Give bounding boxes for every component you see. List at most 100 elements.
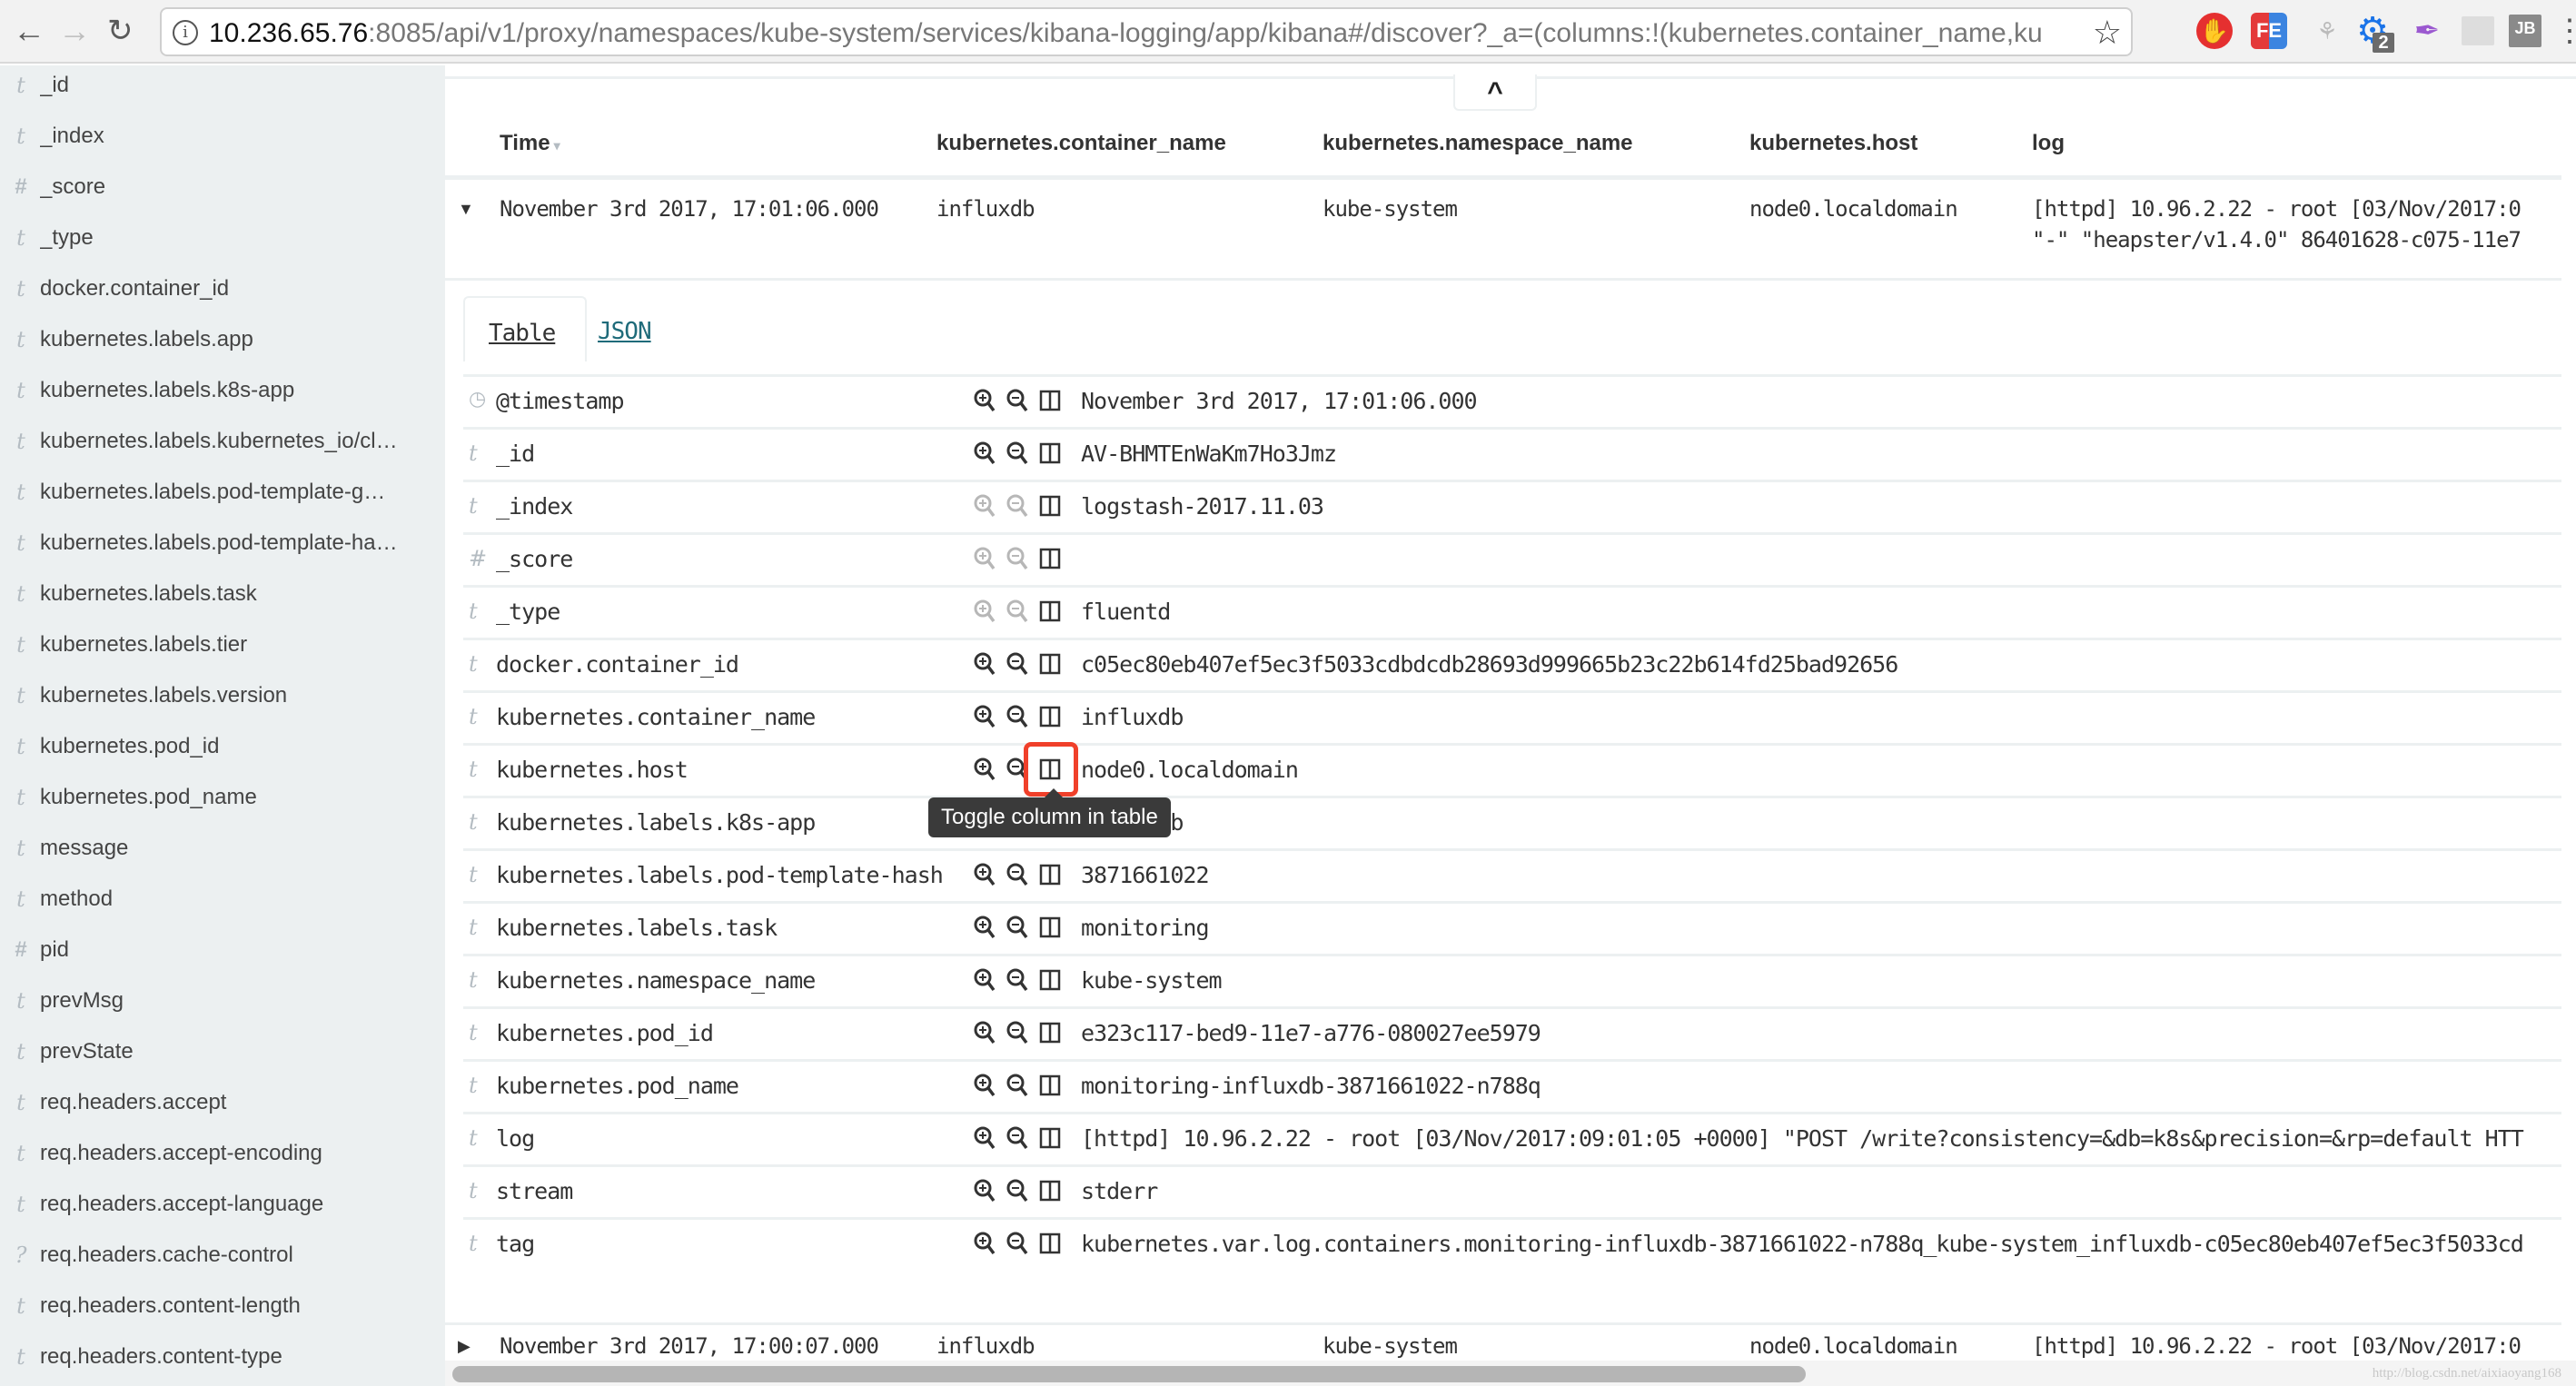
filter-out-value-icon[interactable] [1005,1124,1030,1153]
column-header-host[interactable]: kubernetes.host [1749,131,1917,156]
filter-for-value-icon[interactable] [972,491,997,520]
filter-out-value-icon[interactable] [1005,491,1030,520]
filter-for-value-icon[interactable] [972,649,997,678]
filter-out-value-icon[interactable] [1005,1176,1030,1205]
sidebar-field-item[interactable]: t prevMsg [0,983,445,1019]
sidebar-field-item[interactable]: t docker.container_id [0,271,445,307]
sidebar-field-item[interactable]: t kubernetes.pod_id [0,728,445,765]
row-collapse-toggle-icon[interactable]: ▼ [458,200,474,219]
filter-out-value-icon[interactable] [1005,965,1030,995]
filter-out-value-icon[interactable] [1005,386,1030,415]
tab-json[interactable]: JSON [587,296,675,361]
sidebar-field-item[interactable]: t req.headers.accept [0,1084,445,1121]
sidebar-field-item[interactable]: t kubernetes.pod_name [0,779,445,816]
sidebar-field-item[interactable]: t method [0,881,445,917]
sidebar-field-item[interactable]: t kubernetes.labels.task [0,576,445,612]
sidebar-field-item[interactable]: t prevState [0,1034,445,1070]
browser-menu-icon[interactable]: ⋮ [2554,13,2576,49]
filter-for-value-icon[interactable] [972,1018,997,1047]
column-header-container-name[interactable]: kubernetes.container_name [936,131,1226,156]
jetbrains-icon[interactable]: JB [2509,15,2541,47]
layout-icon[interactable] [2462,16,2494,45]
forward-icon[interactable]: → [58,13,91,49]
sidebar-field-item[interactable]: t req.headers.accept-language [0,1186,445,1223]
toggle-column-icon[interactable] [1037,649,1063,678]
sidebar-field-item[interactable]: t kubernetes.labels.kubernetes_io/cl… [0,423,445,460]
filter-out-value-icon[interactable] [1005,755,1030,784]
toggle-column-icon[interactable] [1037,1071,1063,1100]
filter-for-value-icon[interactable] [972,1176,997,1205]
sidebar-field-item[interactable]: # _score [0,169,445,205]
info-icon[interactable]: i [173,20,198,45]
adblock-icon[interactable]: ✋ [2196,13,2233,49]
filter-for-value-icon[interactable] [972,439,997,468]
quill-icon[interactable]: ✒ [2409,13,2445,49]
filter-out-value-icon[interactable] [1005,597,1030,626]
filter-for-value-icon[interactable] [972,1071,997,1100]
filter-out-value-icon[interactable] [1005,1018,1030,1047]
collapse-chart-button[interactable]: ^ [1453,74,1537,111]
sidebar-field-item[interactable]: t _index [0,118,445,154]
row-expand-toggle-icon[interactable]: ▶ [458,1337,471,1356]
filter-out-value-icon[interactable] [1005,1229,1030,1258]
fe-helper-icon[interactable]: FE [2251,13,2287,49]
horizontal-scrollbar-thumb[interactable] [452,1366,1806,1382]
sidebar-field-item[interactable]: # pid [0,932,445,968]
filter-out-value-icon[interactable] [1005,1071,1030,1100]
toggle-column-icon[interactable] [1037,965,1063,995]
sidebar-field-item[interactable]: ? req.headers.cache-control [0,1237,445,1273]
sidebar-field-item[interactable]: t kubernetes.labels.pod-template-g… [0,474,445,510]
filter-for-value-icon[interactable] [972,860,997,889]
sidebar-field-item[interactable]: t kubernetes.labels.tier [0,627,445,663]
filter-for-value-icon[interactable] [972,702,997,731]
filter-for-value-icon[interactable] [972,965,997,995]
sort-desc-icon[interactable]: ▾ [554,138,560,153]
toggle-column-icon[interactable] [1037,386,1063,415]
filter-out-value-icon[interactable] [1005,860,1030,889]
toggle-column-icon[interactable] [1037,544,1063,573]
address-bar[interactable]: i 10.236.65.76:8085/api/v1/proxy/namespa… [160,7,2133,56]
toggle-column-icon[interactable] [1037,755,1063,784]
filter-out-value-icon[interactable] [1005,439,1030,468]
sidebar-field-item[interactable]: t kubernetes.labels.k8s-app [0,372,445,409]
column-header-time[interactable]: Time ▾ [500,131,560,156]
sitemap-icon[interactable]: ⚘ [2309,13,2345,49]
toggle-column-icon[interactable] [1037,702,1063,731]
filter-for-value-icon[interactable] [972,386,997,415]
filter-for-value-icon[interactable] [972,544,997,573]
toggle-column-icon[interactable] [1037,913,1063,942]
sidebar-field-item[interactable]: t req.headers.content-length [0,1288,445,1324]
reload-icon[interactable]: ↻ [107,13,134,49]
tab-table[interactable]: Table [463,296,587,361]
sidebar-field-item[interactable]: t kubernetes.labels.app [0,322,445,358]
toggle-column-icon[interactable] [1037,860,1063,889]
column-header-log[interactable]: log [2032,131,2065,156]
toggle-column-icon[interactable] [1037,1018,1063,1047]
toggle-column-icon[interactable] [1037,491,1063,520]
filter-for-value-icon[interactable] [972,913,997,942]
toggle-column-icon[interactable] [1037,1176,1063,1205]
sidebar-field-item[interactable]: t kubernetes.labels.pod-template-ha… [0,525,445,561]
filter-for-value-icon[interactable] [972,1229,997,1258]
filter-out-value-icon[interactable] [1005,544,1030,573]
toggle-column-icon[interactable] [1037,439,1063,468]
toggle-column-icon[interactable] [1037,1124,1063,1153]
sidebar-field-item[interactable]: t message [0,830,445,866]
toggle-column-icon[interactable] [1037,1229,1063,1258]
filter-for-value-icon[interactable] [972,755,997,784]
filter-for-value-icon[interactable] [972,1124,997,1153]
sidebar-field-item[interactable]: t req.headers.content-type [0,1339,445,1375]
toggle-column-icon[interactable] [1037,597,1063,626]
back-icon[interactable]: ← [13,13,45,49]
url-text[interactable]: 10.236.65.76:8085/api/v1/proxy/namespace… [209,18,2044,49]
filter-for-value-icon[interactable] [972,597,997,626]
filter-out-value-icon[interactable] [1005,702,1030,731]
sidebar-field-item[interactable]: t kubernetes.labels.version [0,678,445,714]
sidebar-field-item[interactable]: t _type [0,220,445,256]
filter-out-value-icon[interactable] [1005,913,1030,942]
column-header-namespace-name[interactable]: kubernetes.namespace_name [1323,131,1633,156]
sidebar-field-item[interactable]: t _id [0,67,445,104]
sidebar-field-item[interactable]: t req.headers.accept-encoding [0,1135,445,1172]
bookmark-star-icon[interactable]: ☆ [2093,15,2122,51]
filter-out-value-icon[interactable] [1005,649,1030,678]
